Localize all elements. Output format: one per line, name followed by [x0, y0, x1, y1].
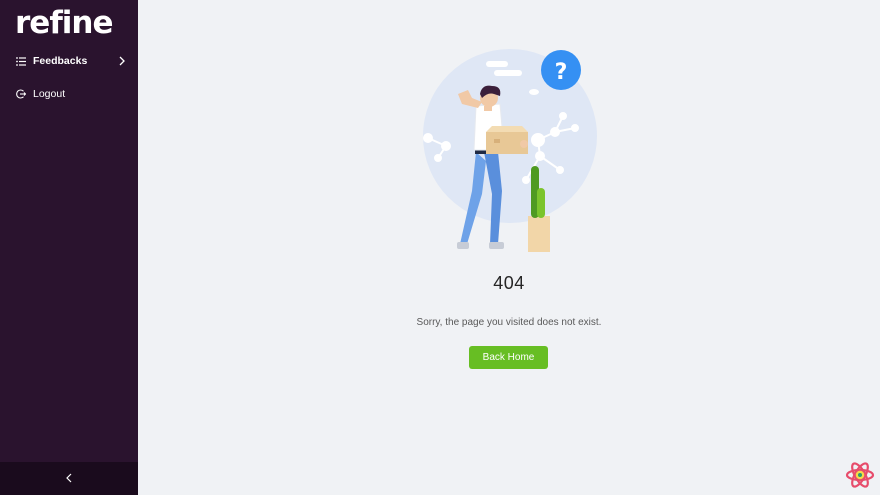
sidebar-item-feedbacks[interactable]: Feedbacks [0, 50, 138, 72]
refine-logo[interactable]: refine [15, 6, 114, 40]
refine-devtools-icon[interactable] [845, 460, 875, 490]
back-home-button[interactable]: Back Home [469, 346, 548, 369]
error-subtitle: Sorry, the page you visited does not exi… [416, 317, 602, 328]
sidebar: refine Feedbacks Logout [0, 0, 138, 495]
sidebar-collapse-button[interactable] [0, 462, 138, 495]
list-icon [16, 56, 26, 66]
main-content: ? 404 Sorry, the page you visited does n… [138, 0, 880, 495]
logout-icon [16, 89, 26, 99]
not-found-illustration: ? [420, 46, 600, 256]
error-title: 404 [493, 273, 525, 293]
sidebar-item-label: Logout [33, 88, 66, 100]
sidebar-item-logout[interactable]: Logout [0, 83, 138, 105]
chevron-right-icon [118, 56, 126, 66]
sidebar-item-label: Feedbacks [33, 55, 88, 67]
chevron-left-icon [65, 470, 73, 488]
svg-text:?: ? [555, 60, 568, 85]
